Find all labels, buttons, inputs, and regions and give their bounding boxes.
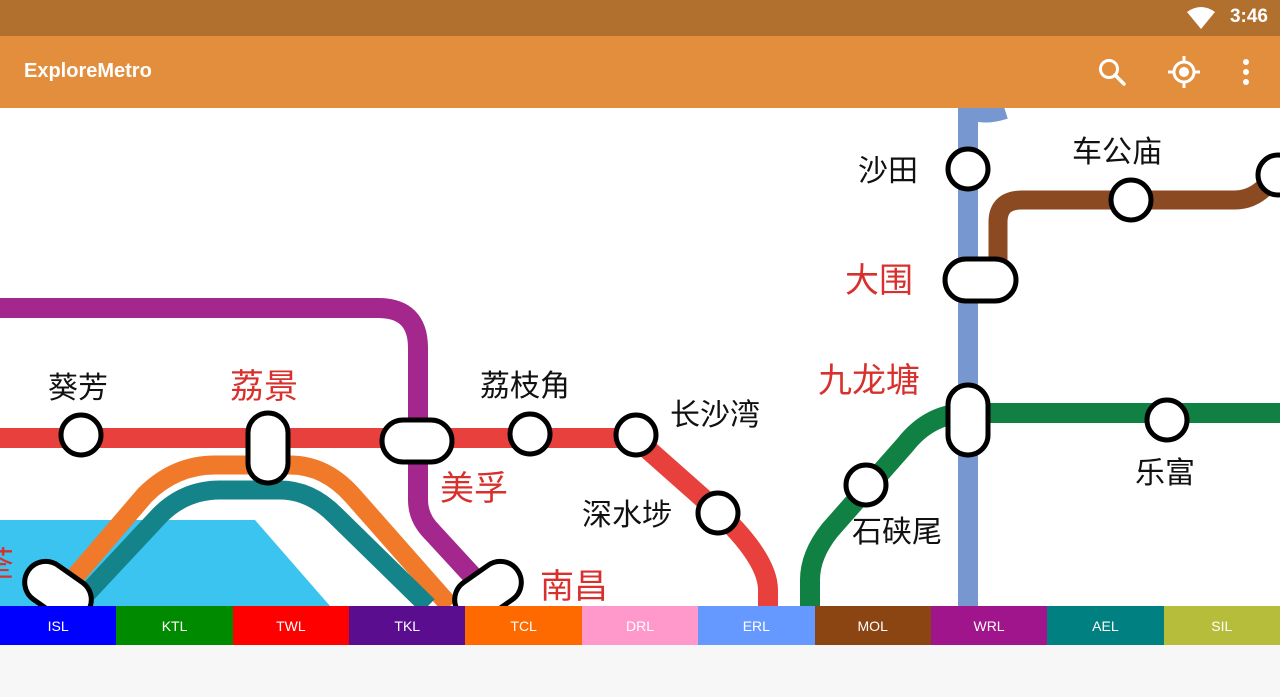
metro-map-canvas[interactable]: 葵芳 荔景 荔枝角 长沙湾 美孚 深水埗 南昌 荃 沙田 车公庙 大围 九龙塘 … [0,108,1280,606]
label-nam-cheong: 南昌 [540,567,608,606]
east-rail-line-curve [962,108,1008,123]
label-lok-fu: 乐富 [1135,456,1195,491]
more-vert-icon[interactable] [1228,54,1264,90]
line-tab-ael[interactable]: AEL [1047,606,1164,645]
label-partial-left: 荃 [0,545,14,585]
label-sham-shui-po: 深水埗 [582,498,672,533]
station-city-one-partial[interactable] [1255,152,1280,198]
search-icon[interactable] [1094,54,1130,90]
line-tab-tcl[interactable]: TCL [465,606,582,645]
kwun-tong-line-track [800,403,1280,606]
line-tab-wrl[interactable]: WRL [930,606,1048,645]
label-shek-kip-mei: 石硖尾 [852,515,942,550]
station-kowloon-tong[interactable] [945,382,991,458]
label-sha-tin: 沙田 [858,154,918,189]
label-che-kung-temple: 车公庙 [1072,135,1162,170]
label-kwai-fong: 葵芳 [48,371,108,406]
metro-map[interactable]: 葵芳 荔景 荔枝角 长沙湾 美孚 深水埗 南昌 荃 沙田 车公庙 大围 九龙塘 … [0,108,1280,606]
locate-icon[interactable] [1166,54,1202,90]
station-che-kung-temple[interactable] [1108,177,1154,223]
app-bar: ExploreMetro [0,36,1280,108]
label-mei-foo: 美孚 [440,469,508,509]
line-tab-twl[interactable]: TWL [232,606,350,645]
status-bar: 3:46 [0,0,1280,36]
line-tab-tkl[interactable]: TKL [349,606,466,645]
line-selector-bar: ISL KTL TWL TKL TCL DRL ERL MOL WRL AEL SIL [0,606,1280,645]
station-kwai-fong[interactable] [58,412,104,458]
status-time: 3:46 [1229,6,1268,27]
station-sha-tin[interactable] [945,146,991,192]
line-tab-erl[interactable]: ERL [698,606,815,645]
station-lai-chi-kok[interactable] [507,411,553,457]
label-lai-chi-kok: 荔枝角 [480,369,570,404]
station-shek-kip-mei[interactable] [843,462,889,508]
line-tab-drl[interactable]: DRL [581,606,699,645]
line-tab-isl[interactable]: ISL [0,606,117,645]
station-sham-shui-po[interactable] [695,490,741,536]
station-mei-foo[interactable] [379,417,455,465]
wifi-icon [1187,7,1215,29]
line-tab-sil[interactable]: SIL [1163,606,1280,645]
station-lai-king[interactable] [245,410,291,486]
line-tab-mol[interactable]: MOL [814,606,931,645]
label-lai-king: 荔景 [230,367,298,407]
label-kowloon-tong: 九龙塘 [818,361,920,401]
app-title: ExploreMetro [24,60,152,82]
station-cheung-sha-wan[interactable] [613,412,659,458]
water-area-2 [170,520,330,606]
bottom-area [0,645,1280,697]
station-tai-wai[interactable] [942,256,1019,304]
line-tab-ktl[interactable]: KTL [116,606,233,645]
label-tai-wai: 大围 [845,261,913,301]
label-cheung-sha-wan: 长沙湾 [670,398,760,433]
station-lok-fu[interactable] [1144,397,1190,443]
